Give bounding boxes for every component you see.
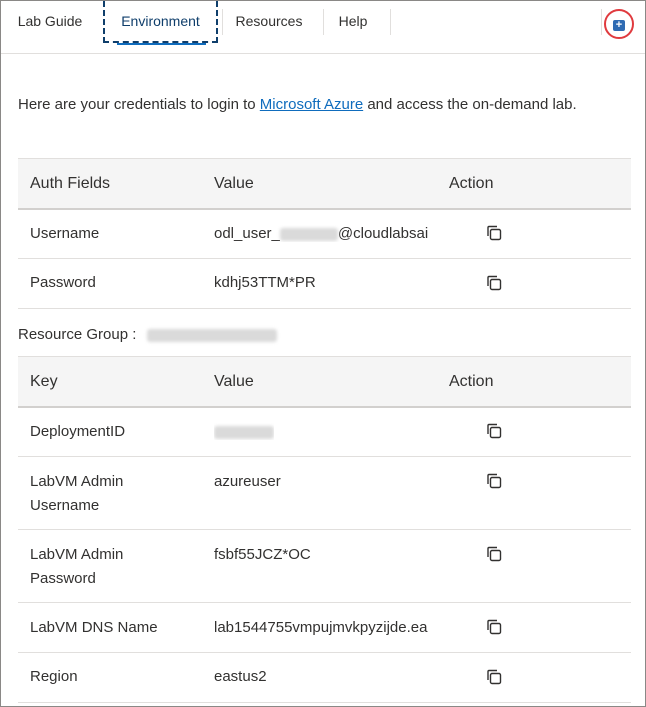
copy-icon[interactable]: [486, 225, 502, 241]
tab-resources[interactable]: Resources: [227, 1, 311, 43]
column-header-value: Value: [214, 175, 254, 192]
tab-help[interactable]: Help: [331, 1, 375, 43]
tab-lab-guide[interactable]: Lab Guide: [9, 1, 91, 43]
expand-button[interactable]: +: [604, 9, 634, 39]
tab-label: Resources: [235, 13, 303, 29]
focus-outline: [103, 1, 218, 43]
field-label: LabVM DNS Name: [30, 619, 158, 636]
password-value: kdhj53TTM*PR: [214, 274, 316, 291]
table-row-region: Region eastus2: [18, 653, 631, 703]
resource-group-caption: Resource Group :: [18, 326, 137, 343]
tab-label: Help: [338, 13, 368, 29]
active-tab-indicator: [117, 43, 206, 45]
tab-divider: [323, 9, 324, 35]
intro-text: Here are your credentials to login to Mi…: [18, 96, 638, 113]
tab-bar: Lab Guide Environment Resources Help +: [1, 1, 645, 54]
table-row-username: Username odl_user_ @cloudlabsai: [18, 209, 631, 259]
table-row-admin-password: LabVM Admin Password fsbf55JCZ*OC: [18, 530, 631, 603]
table-row-admin-username: LabVM Admin Username azureuser: [18, 457, 631, 530]
column-header-action: Action: [449, 373, 494, 390]
column-header-action: Action: [449, 175, 494, 192]
deployment-id-value: [214, 423, 274, 440]
redacted-text: [146, 328, 277, 342]
field-label: Username: [30, 225, 100, 242]
copy-icon[interactable]: [486, 423, 502, 439]
table-row-dns-name: LabVM DNS Name lab1544755vmpujmvkpyzijde…: [18, 603, 631, 653]
copy-icon[interactable]: [486, 619, 502, 635]
field-label: Password: [30, 274, 96, 291]
field-label: Region: [30, 668, 78, 685]
tab-divider: [222, 9, 223, 35]
tab-divider: [601, 9, 602, 35]
redacted-text: [214, 425, 274, 439]
admin-password-value: fsbf55JCZ*OC: [214, 546, 311, 563]
dns-name-value: lab1544755vmpujmvkpyzijde.ea: [214, 619, 428, 636]
redacted-text: [279, 227, 338, 241]
column-header-auth-fields: Auth Fields: [30, 175, 111, 192]
lab-panel: Lab Guide Environment Resources Help + H…: [0, 0, 646, 707]
intro-prefix: Here are your credentials to login to: [18, 96, 260, 113]
username-prefix: odl_user_: [214, 225, 280, 242]
copy-icon[interactable]: [486, 546, 502, 562]
intro-suffix: and access the on-demand lab.: [363, 96, 577, 113]
resource-group-label: Resource Group :: [18, 326, 277, 343]
field-label: LabVM Admin Password: [30, 546, 124, 587]
admin-username-value: azureuser: [214, 473, 281, 490]
tab-label: Lab Guide: [17, 13, 83, 29]
field-label: DeploymentID: [30, 423, 126, 440]
column-header-value: Value: [214, 373, 254, 390]
expand-icon: +: [613, 20, 625, 31]
field-label: LabVM Admin Username: [30, 473, 124, 514]
copy-icon[interactable]: [486, 473, 502, 489]
table-header-row: Key Value Action: [18, 356, 631, 408]
tab-divider: [390, 9, 391, 35]
table-row-password: Password kdhj53TTM*PR: [18, 259, 631, 309]
username-value: odl_user_ @cloudlabsai: [214, 225, 434, 242]
region-value: eastus2: [214, 668, 267, 685]
copy-icon[interactable]: [486, 275, 502, 291]
microsoft-azure-link[interactable]: Microsoft Azure: [260, 96, 363, 113]
tab-environment[interactable]: Environment: [103, 1, 218, 45]
table-row-deployment-id: DeploymentID: [18, 407, 631, 457]
column-header-key: Key: [30, 373, 58, 390]
username-suffix: @cloudlabsai: [337, 225, 429, 242]
copy-icon[interactable]: [486, 669, 502, 685]
table-header-row: Auth Fields Value Action: [18, 158, 631, 210]
